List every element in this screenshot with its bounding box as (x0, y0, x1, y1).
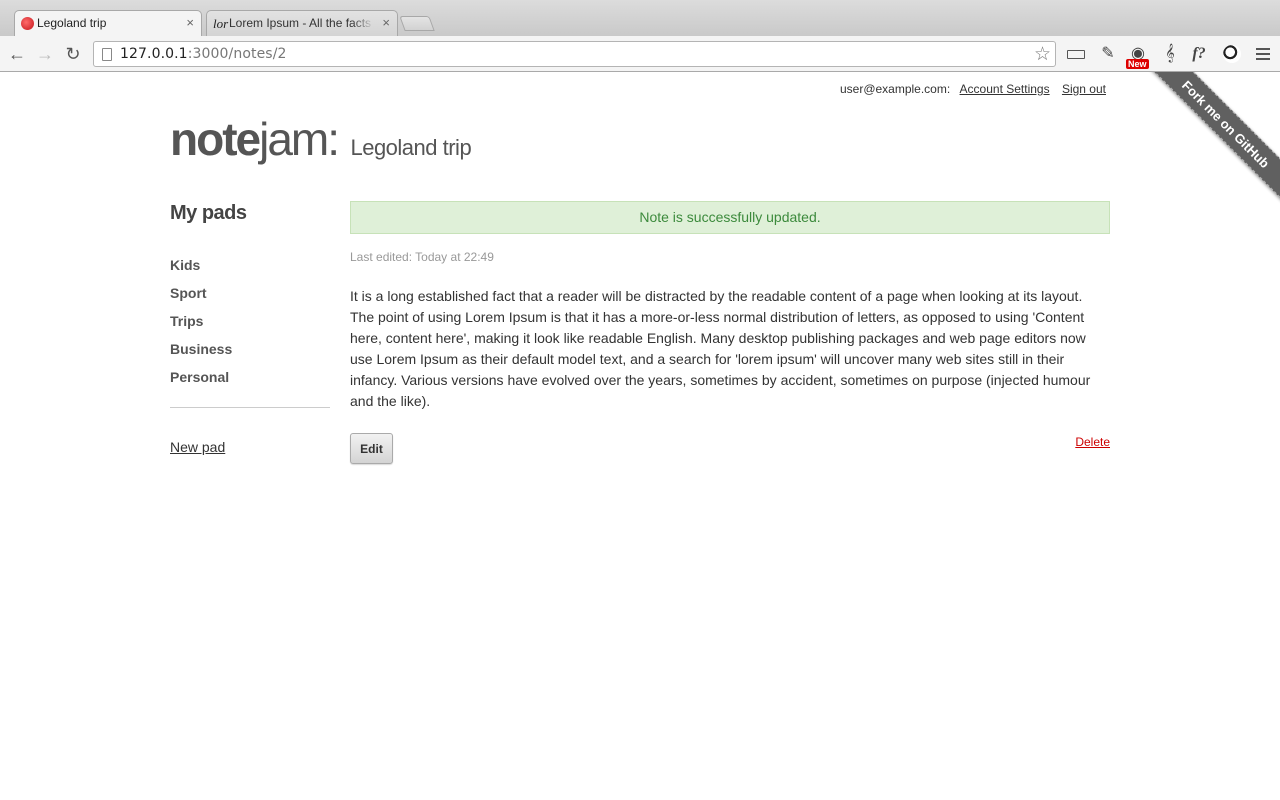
back-arrow-icon[interactable]: ← (6, 43, 28, 65)
page-icon (102, 48, 112, 61)
sidebar-item-trips[interactable]: Trips (170, 313, 330, 341)
reload-icon[interactable]: ↻ (62, 43, 84, 65)
note-body: It is a long established fact that a rea… (350, 288, 1091, 409)
keyboard-extension-icon[interactable] (1067, 50, 1085, 59)
tab-title: Lorem Ipsum - All the facts - Lipsum gen… (229, 16, 374, 30)
browser-tabstrip: Legoland trip × lor Lorem Ipsum - All th… (0, 0, 1280, 36)
success-alert: Note is successfully updated. (350, 201, 1110, 234)
font-extension-icon[interactable]: f? (1189, 44, 1209, 64)
sidebar-title: My pads (170, 202, 247, 224)
tab-title: Legoland trip (37, 16, 107, 30)
account-settings-link[interactable]: Account Settings (960, 82, 1050, 96)
tab-close-icon[interactable]: × (186, 11, 194, 35)
browser-tab-active[interactable]: Legoland trip × (14, 10, 202, 36)
forward-arrow-icon[interactable]: → (34, 43, 56, 65)
edit-button[interactable]: Edit (350, 433, 393, 464)
sidebar-item-sport[interactable]: Sport (170, 285, 330, 313)
user-email: user@example.com: (839, 82, 951, 96)
new-badge: New (1126, 59, 1149, 69)
eyedropper-extension-icon[interactable]: ✎ (1098, 44, 1118, 64)
browser-toolbar: ← → ↻ 127.0.0.1:3000/notes/2 ☆ ✎ ◉ New 𝄞 … (0, 36, 1280, 72)
lorem-favicon-icon: lor (213, 16, 229, 31)
sidebar-item-business[interactable]: Business (170, 341, 330, 369)
sidebar-item-kids[interactable]: Kids (170, 257, 330, 285)
delete-link[interactable]: Delete (1075, 435, 1110, 449)
address-bar[interactable]: 127.0.0.1:3000/notes/2 ☆ (93, 41, 1056, 67)
notejam-favicon-icon (21, 17, 34, 30)
url-text: 127.0.0.1:3000/notes/2 (120, 46, 287, 62)
browser-tab-inactive[interactable]: lor Lorem Ipsum - All the facts - Lipsum… (206, 10, 398, 36)
sidebar-item-personal[interactable]: Personal (170, 369, 330, 397)
pad-list: Kids Sport Trips Business Personal (170, 257, 330, 397)
github-ribbon[interactable]: Fork me on GitHub (1130, 72, 1280, 222)
new-pad-link[interactable]: New pad (170, 439, 225, 455)
last-edited: Last edited: Today at 22:49 (350, 250, 494, 264)
sign-out-link[interactable]: Sign out (1062, 82, 1106, 96)
note-actions: Edit Delete (350, 433, 1110, 464)
user-bar: user@example.com: Account Settings Sign … (840, 82, 1106, 96)
browser-menu-icon[interactable] (1256, 48, 1270, 60)
note-content: Note is successfully updated. Last edite… (350, 201, 1110, 464)
page: user@example.com: Account Settings Sign … (0, 72, 1280, 800)
sidebar-divider (170, 407, 330, 408)
bookmark-star-icon[interactable]: ☆ (1034, 43, 1051, 66)
sidebar: My pads Kids Sport Trips Business Person… (170, 202, 330, 457)
brand-header: notejam: Legoland trip (170, 112, 472, 166)
soccer-ball-extension-icon[interactable] (1223, 45, 1241, 63)
logo[interactable]: notejam: (170, 113, 340, 165)
github-ribbon-label[interactable]: Fork me on GitHub (1145, 72, 1280, 205)
page-title: Legoland trip (350, 135, 472, 160)
music-extension-icon[interactable]: 𝄞 (1160, 44, 1180, 64)
new-tab-button[interactable] (399, 16, 435, 31)
tab-close-icon[interactable]: × (382, 11, 390, 35)
new-extension-icon[interactable]: ◉ New (1126, 44, 1149, 69)
